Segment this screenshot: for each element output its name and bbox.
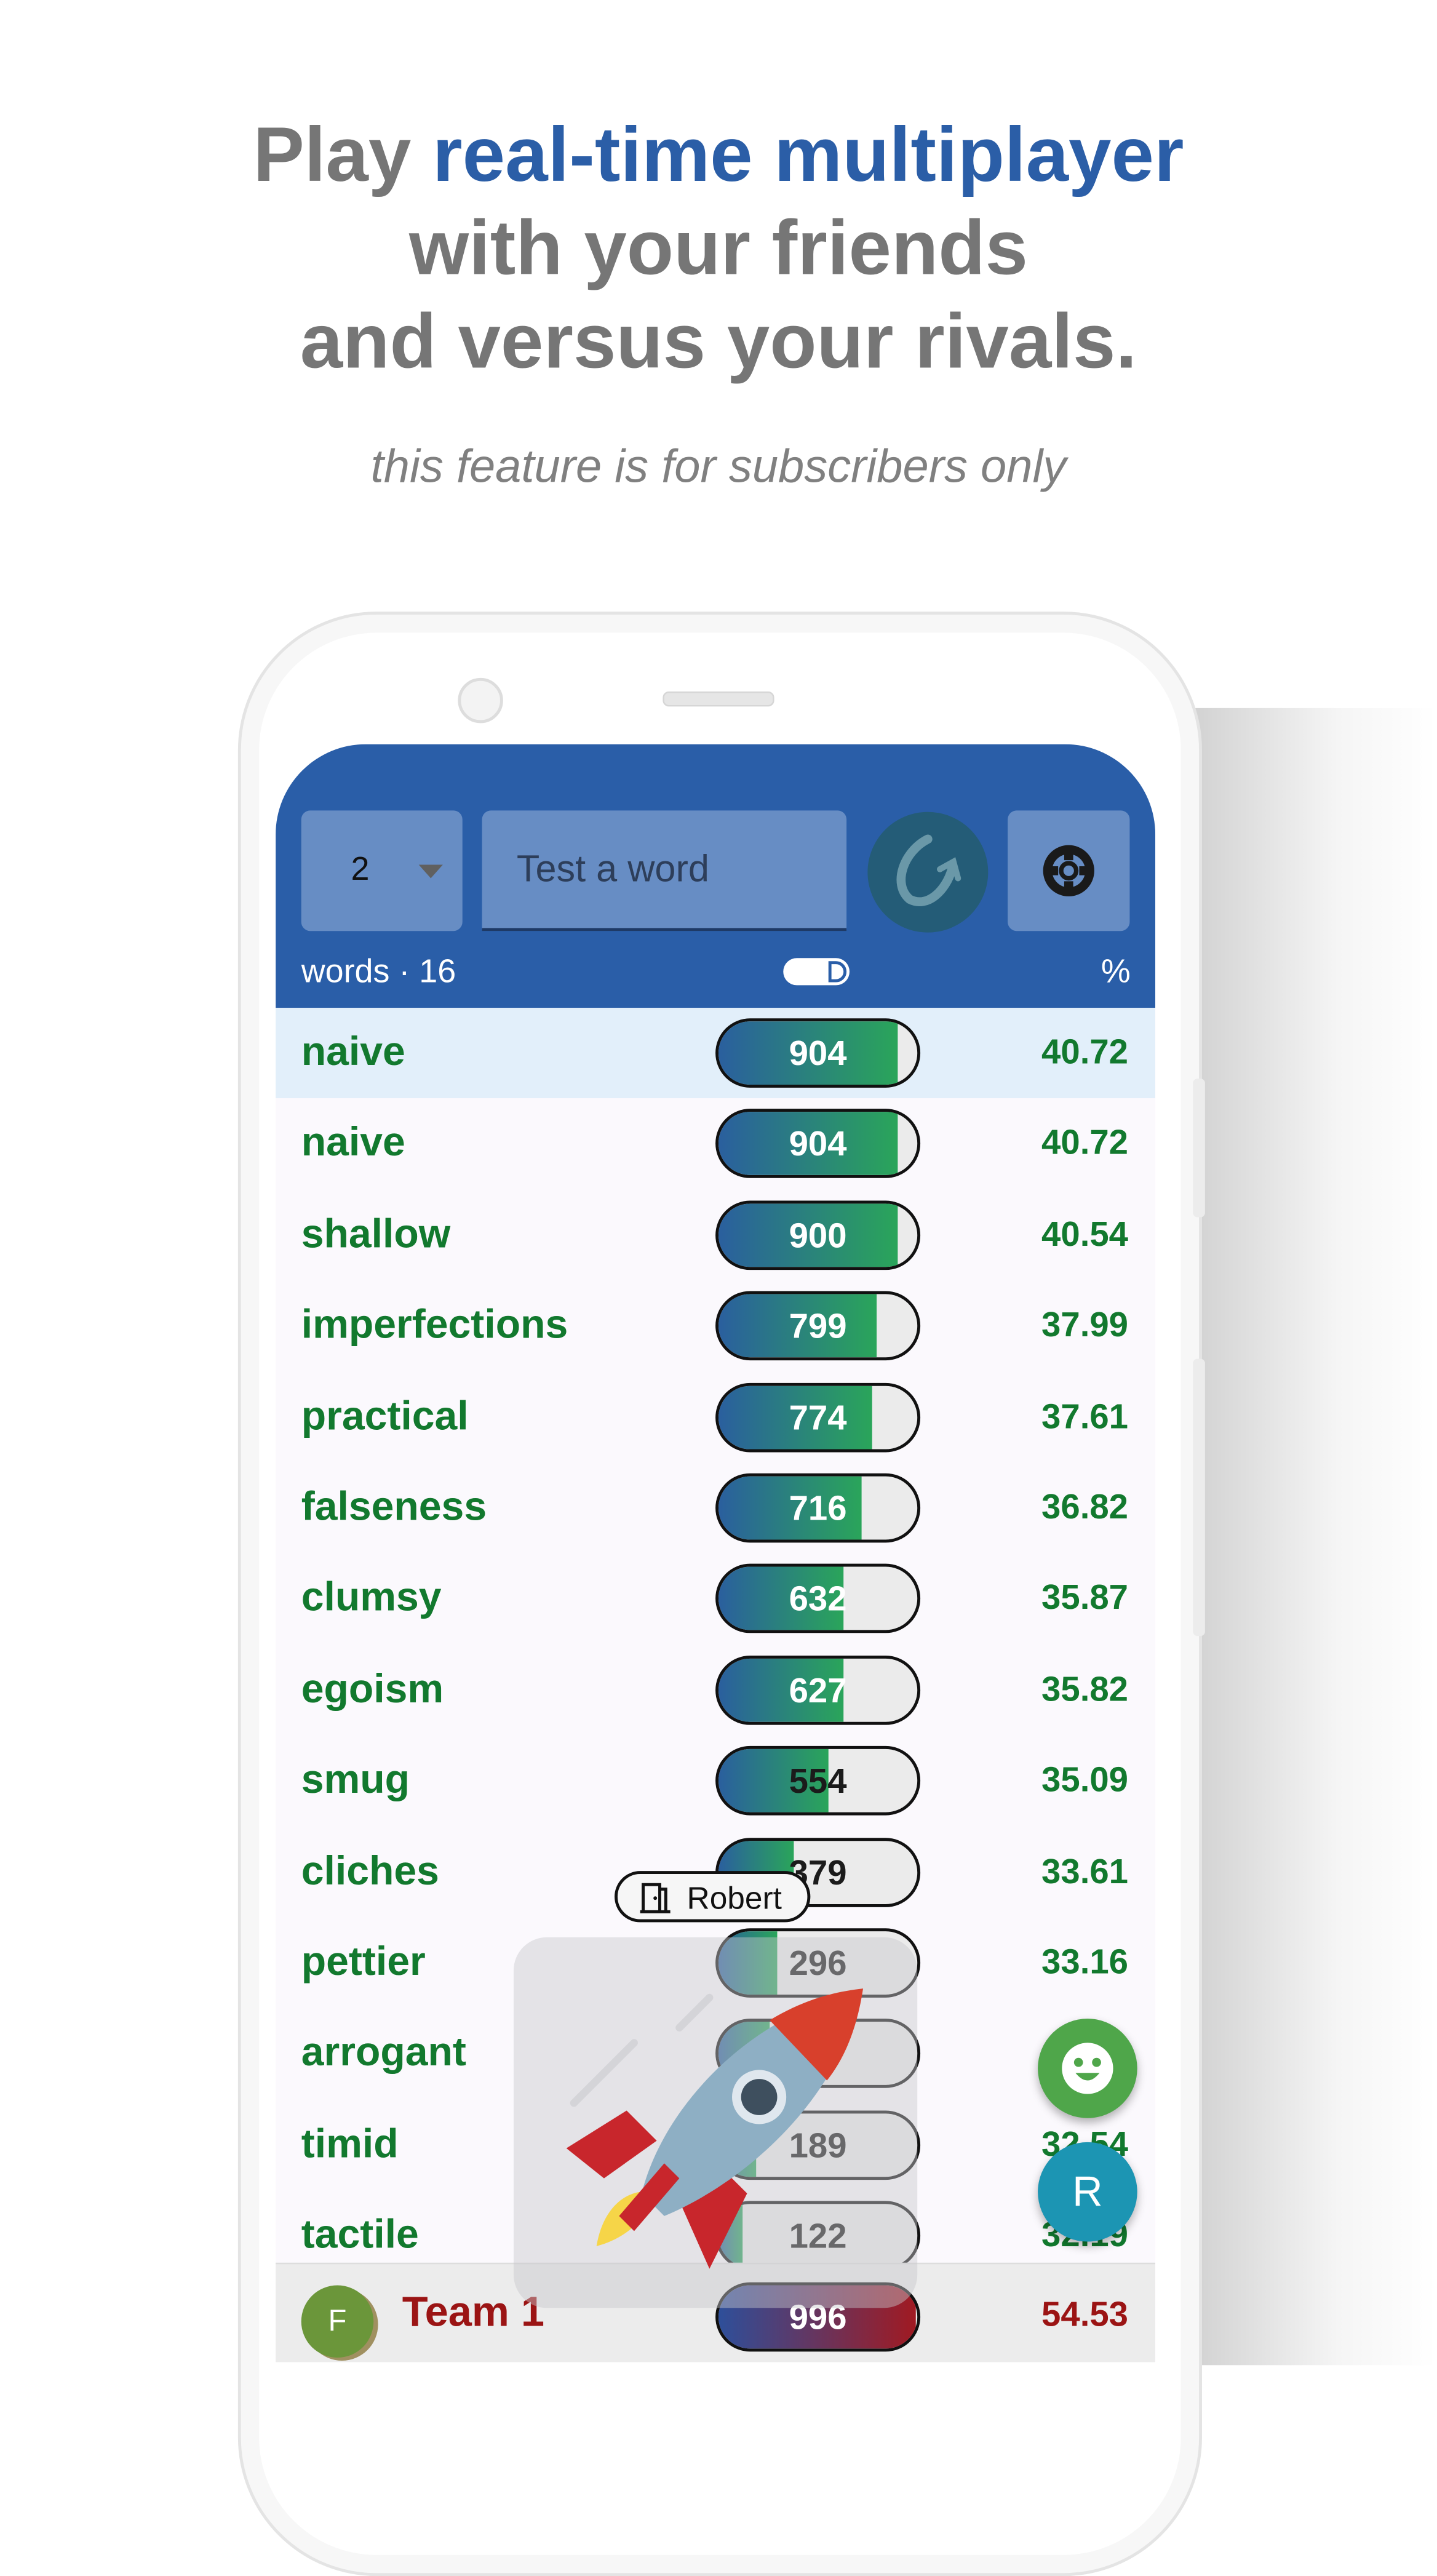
percent-value: 33.16: [1041, 1942, 1129, 1981]
score-pill: 904: [715, 1109, 921, 1179]
word-label: cliches: [301, 1848, 439, 1893]
score-pill: 716: [715, 1473, 921, 1543]
word-input-field[interactable]: [482, 810, 847, 931]
score-pill: 900: [715, 1200, 921, 1270]
word-label: timid: [301, 2120, 399, 2166]
view-toggle[interactable]: [783, 958, 850, 986]
rocket-overlay: [513, 1937, 918, 2308]
percent-value: 35.82: [1041, 1669, 1129, 1709]
score-pill: 554: [715, 1746, 921, 1816]
user-avatar-button[interactable]: R: [1038, 2142, 1137, 2242]
headline: Play real-time multiplayer with your fri…: [0, 108, 1437, 388]
lifebuoy-icon: [1043, 845, 1094, 896]
headline-part1: Play: [253, 111, 433, 197]
word-label: smug: [301, 1757, 410, 1802]
score-value: 774: [789, 1397, 847, 1437]
percent-value: 40.72: [1041, 1032, 1129, 1071]
percent-value: 37.61: [1041, 1395, 1129, 1435]
percent-value: 35.87: [1041, 1577, 1129, 1617]
word-row[interactable]: egoism 627 35.82: [276, 1645, 1155, 1736]
headline-line3: and versus your rivals.: [300, 298, 1137, 385]
percent-value: 40.72: [1041, 1123, 1129, 1162]
score-value: 900: [789, 1215, 847, 1255]
word-label: egoism: [301, 1665, 444, 1711]
score-pill: 627: [715, 1655, 921, 1725]
percent-value: 40.54: [1041, 1214, 1129, 1253]
subtitle: this feature is for subscribers only: [370, 439, 1067, 493]
headline-highlight: real-time multiplayer: [432, 111, 1184, 197]
percent-value: 37.99: [1041, 1304, 1129, 1344]
rocket-icon: [566, 1988, 864, 2269]
curved-arrow-icon: [896, 834, 961, 906]
word-label: arrogant: [301, 2029, 466, 2075]
emoji-button[interactable]: [1038, 2019, 1137, 2118]
word-label: shallow: [301, 1211, 451, 1256]
word-row[interactable]: falseness 716 36.82: [276, 1462, 1155, 1553]
player-tag[interactable]: Robert: [615, 1871, 811, 1923]
score-value: 554: [789, 1761, 847, 1801]
submit-button[interactable]: [867, 811, 989, 933]
percent-header: %: [1101, 952, 1131, 990]
score-pill: 632: [715, 1564, 921, 1634]
word-row[interactable]: clumsy 632 35.87: [276, 1553, 1155, 1645]
power-button: [1193, 1358, 1205, 1637]
speaker-grille: [663, 691, 774, 707]
score-value: 799: [789, 1306, 847, 1346]
score-value: 716: [789, 1488, 847, 1528]
team-percent: 54.53: [1041, 2294, 1129, 2334]
word-label: tactile: [301, 2211, 419, 2257]
headline-line2: with your friends: [408, 205, 1029, 291]
percent-value: 35.09: [1041, 1760, 1129, 1799]
word-row[interactable]: naive 904 40.72: [276, 1099, 1155, 1190]
phone-shadow: [1190, 708, 1437, 2366]
app-screen: 2 words · 16 % naive 904 40.72naive 904 …: [276, 744, 1156, 2363]
score-value: 627: [789, 1670, 847, 1710]
word-label: practical: [301, 1392, 469, 1438]
settings-button[interactable]: [1008, 810, 1130, 931]
smiley-icon: [1062, 2043, 1113, 2094]
word-label: naive: [301, 1120, 405, 1165]
player-name: Robert: [687, 1881, 782, 1916]
stage: Play real-time multiplayer with your fri…: [0, 0, 1437, 2576]
score-pill: 774: [715, 1382, 921, 1452]
word-row[interactable]: practical 774 37.61: [276, 1372, 1155, 1463]
score-value: 632: [789, 1579, 847, 1619]
word-row[interactable]: smug 554 35.09: [276, 1736, 1155, 1827]
word-input[interactable]: [513, 847, 836, 894]
count-value: 2: [351, 850, 370, 888]
volume-button: [1193, 1079, 1205, 1218]
score-value: 904: [789, 1124, 847, 1164]
word-label: falseness: [301, 1483, 487, 1529]
score-pill: 904: [715, 1018, 921, 1088]
camera-icon: [458, 677, 503, 724]
word-count: words · 16: [301, 952, 456, 990]
percent-value: 36.82: [1041, 1486, 1129, 1526]
count-select[interactable]: 2: [301, 810, 463, 931]
score-value: 904: [789, 1033, 847, 1073]
percent-value: 33.61: [1041, 1851, 1129, 1890]
top-bar: 2 words · 16 %: [276, 744, 1156, 1008]
team-avatar: F: [301, 2285, 374, 2358]
word-label: clumsy: [301, 1574, 442, 1621]
word-row[interactable]: imperfections 799 37.99: [276, 1281, 1155, 1372]
word-row[interactable]: shallow 900 40.54: [276, 1190, 1155, 1281]
word-label: imperfections: [301, 1302, 568, 1347]
word-label: naive: [301, 1029, 405, 1074]
score-pill: 799: [715, 1291, 921, 1361]
chevron-down-icon: [418, 864, 443, 879]
word-label: pettier: [301, 1939, 426, 1984]
door-exit-icon: [640, 1883, 671, 1913]
word-row[interactable]: naive 904 40.72: [276, 1008, 1156, 1099]
